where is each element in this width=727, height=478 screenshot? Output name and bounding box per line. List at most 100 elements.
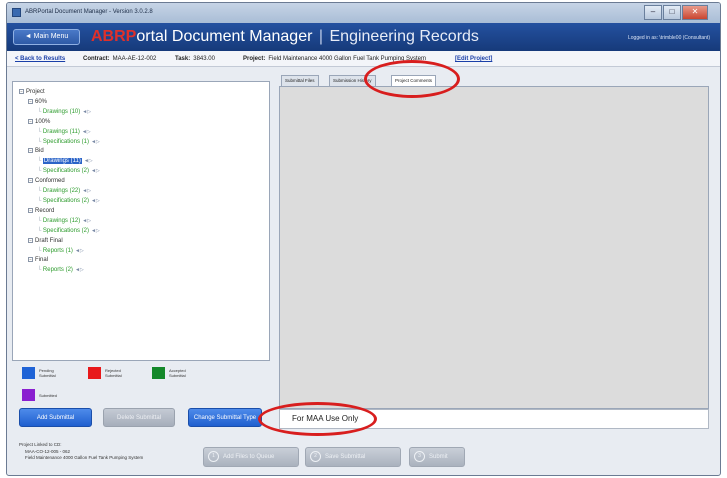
- tab-submittal-files[interactable]: Submittal Files: [281, 75, 319, 86]
- main-menu-button[interactable]: ◄ Main Menu: [13, 29, 80, 45]
- collapse-icon[interactable]: −: [28, 237, 33, 243]
- task-info: Task: 3843.00: [175, 56, 215, 62]
- tree-folder-item[interactable]: −60%: [19, 98, 100, 108]
- tree-folder-item[interactable]: −100%: [19, 118, 100, 128]
- tree-leaf-item[interactable]: └ Specifications (1) ◄▷: [19, 138, 100, 148]
- app-title: ABRPortal Document Manager | Engineering…: [91, 28, 479, 46]
- tree-leaf-item[interactable]: └ Drawings (11) ◄▷: [19, 128, 100, 138]
- tree-item-label: Drawings (22): [42, 188, 81, 195]
- tree-folder-item[interactable]: − Project: [19, 88, 100, 98]
- logged-in-user: Logged in as: \trimble00 (Consultant): [628, 35, 710, 41]
- speaker-icon[interactable]: ◄▷: [75, 248, 84, 254]
- add-files-to-queue-button[interactable]: 1 Add Files to Queue: [203, 447, 299, 467]
- contract-info: Contract: MAA-AE-12-002: [83, 56, 157, 62]
- tree-item-label: Drawings (12): [42, 217, 81, 224]
- speaker-icon[interactable]: ◄▷: [82, 109, 91, 115]
- step-1-icon: 1: [208, 450, 219, 462]
- project-comments-pane[interactable]: [279, 86, 709, 409]
- tree-folder-item[interactable]: − Bid: [19, 147, 100, 157]
- submitted-label: Submitted: [39, 393, 58, 398]
- project-info-bar: < Back to Results Contract: MAA-AE-12-002…: [7, 51, 720, 67]
- highlight-ellipse-tabs: [364, 60, 460, 98]
- tree-leaf-item[interactable]: └ Drawings (12) ◄▷: [19, 217, 100, 227]
- rejected-swatch: [88, 367, 101, 379]
- pending-swatch: [22, 367, 35, 379]
- project-tree: − Project −60% └ Drawings (10) ◄▷ −100% └ Draw…: [19, 88, 100, 276]
- tree-leaf-item[interactable]: └ Specifications (2) ◄▷: [19, 167, 100, 177]
- speaker-icon[interactable]: ◄▷: [82, 188, 91, 194]
- collapse-icon[interactable]: −: [19, 88, 24, 94]
- speaker-icon[interactable]: ◄▷: [91, 139, 100, 145]
- step-2-icon: 2: [310, 450, 321, 462]
- footer-bar: Project Linked to CD: MAA-CO-12-005 - 06…: [7, 435, 720, 475]
- tree-item-label: Drawings (11): [42, 128, 80, 135]
- tree-item-label: Drawings (11): [42, 158, 82, 165]
- tree-folder-item[interactable]: − Record: [19, 207, 100, 217]
- app-subtitle: Engineering Records: [329, 28, 479, 45]
- tree-item-label: 100%: [35, 118, 51, 125]
- speaker-icon[interactable]: ◄▷: [91, 198, 100, 204]
- tree-item-label: Specifications (1): [42, 138, 89, 145]
- tree-leaf-item[interactable]: └ Specifications (2) ◄▷: [19, 197, 100, 207]
- app-window: ABRPortal Document Manager - Version 3.0…: [6, 2, 721, 476]
- speaker-icon[interactable]: ◄▷: [75, 267, 84, 273]
- tree-leaf-item[interactable]: └ Reports (1) ◄▷: [19, 247, 100, 257]
- edit-project-link[interactable]: [Edit Project]: [455, 56, 492, 62]
- close-button[interactable]: ✕: [682, 5, 708, 20]
- tree-leaf-item[interactable]: └ Reports (2) ◄▷: [19, 266, 100, 276]
- tree-folder-item[interactable]: − Final: [19, 256, 100, 266]
- delete-submittal-button[interactable]: Delete Submittal: [103, 408, 175, 427]
- tree-leaf-item[interactable]: └ Specifications (2) ◄▷: [19, 227, 100, 237]
- accepted-swatch: [152, 367, 165, 379]
- highlight-ellipse-maa-note: [258, 402, 377, 436]
- collapse-icon[interactable]: −: [28, 257, 33, 263]
- speaker-icon[interactable]: ◄▷: [82, 218, 91, 224]
- speaker-icon[interactable]: ◄▷: [91, 228, 100, 234]
- tree-item-label: 60%: [35, 98, 48, 105]
- details-panel: Submittal Files Submission History Proje…: [275, 69, 715, 429]
- tree-item-label: Conformed: [35, 178, 65, 185]
- app-header: ◄ Main Menu ABRPortal Document Manager |…: [7, 23, 720, 51]
- collapse-icon[interactable]: −: [28, 207, 33, 213]
- add-submittal-button[interactable]: Add Submittal: [19, 408, 92, 427]
- submit-button[interactable]: 3 Submit: [409, 447, 465, 467]
- tree-item-label: Draft Final: [35, 237, 63, 244]
- save-submittal-button[interactable]: 2 Save Submittal: [305, 447, 401, 467]
- collapse-icon[interactable]: −: [28, 148, 33, 154]
- submitted-swatch: [22, 389, 35, 401]
- speaker-icon[interactable]: ◄▷: [84, 158, 93, 164]
- collapse-icon[interactable]: −: [28, 98, 33, 104]
- brand-logo-text: ABRP: [91, 28, 137, 45]
- project-linked-name: Field Maintenance 4000 Gallon Fuel Tank …: [25, 455, 144, 460]
- accepted-label: Accepted Submittal: [169, 368, 186, 378]
- step-3-icon: 3: [414, 450, 425, 462]
- pending-label: Pending Submittal: [39, 368, 56, 378]
- collapse-icon[interactable]: −: [28, 118, 33, 124]
- speaker-icon[interactable]: ◄▷: [91, 168, 100, 174]
- status-legend: Pending Submittal Rejected Submittal Accep…: [12, 363, 270, 407]
- tree-item-label: Reports (1): [42, 247, 73, 254]
- window-title: ABRPortal Document Manager - Version 3.0…: [25, 9, 153, 15]
- tree-folder-item[interactable]: − Draft Final: [19, 237, 100, 247]
- speaker-icon[interactable]: ◄▷: [82, 129, 91, 135]
- rejected-label: Rejected Submittal: [105, 368, 122, 378]
- maximize-button[interactable]: □: [663, 5, 681, 20]
- app-title-text: ortal Document Manager: [136, 28, 313, 45]
- tree-item-label: Specifications (2): [42, 168, 89, 175]
- tree-leaf-item[interactable]: └ Drawings (22) ◄▷: [19, 187, 100, 197]
- tree-item-label: Record: [35, 207, 55, 214]
- tree-item-label: Specifications (2): [42, 227, 89, 234]
- change-submittal-type-button[interactable]: Change Submittal Type: [188, 408, 262, 427]
- tree-leaf-item[interactable]: └ Drawings (11) ◄▷: [19, 157, 100, 167]
- app-icon: [12, 8, 21, 17]
- back-to-results-link[interactable]: < Back to Results: [15, 56, 65, 62]
- project-linked-info: Project Linked to CD: MAA-CO-12-005 - 06…: [19, 442, 143, 462]
- tree-item-label: Bid: [35, 148, 44, 155]
- tree-item-label: Specifications (2): [42, 197, 89, 204]
- tree-item-label: Project: [26, 89, 45, 95]
- tree-leaf-item[interactable]: └ Drawings (10) ◄▷: [19, 108, 100, 118]
- tree-folder-item[interactable]: − Conformed: [19, 177, 100, 187]
- minimize-button[interactable]: –: [644, 5, 662, 20]
- tree-item-label: Drawings (10): [42, 108, 81, 115]
- collapse-icon[interactable]: −: [28, 178, 33, 184]
